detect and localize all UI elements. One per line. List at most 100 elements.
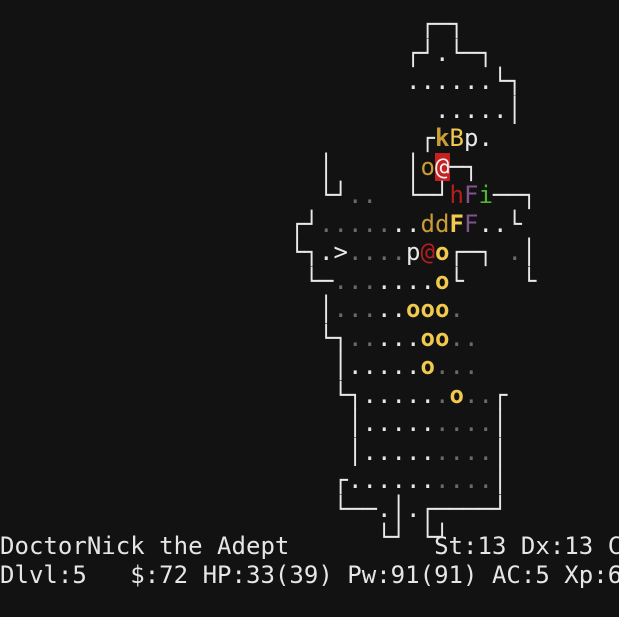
- floor-tile: .: [362, 295, 377, 323]
- empty-space: [508, 438, 523, 467]
- empty-space: [305, 124, 320, 153]
- empty-space: [73, 267, 88, 296]
- empty-space: [305, 181, 320, 210]
- empty-space: [145, 495, 160, 524]
- empty-space: [203, 267, 218, 296]
- empty-space: [276, 267, 291, 296]
- empty-space: [131, 124, 146, 153]
- empty-space: [174, 10, 189, 39]
- empty-space: [58, 124, 73, 153]
- empty-space: [174, 438, 189, 467]
- floor-tile: .: [377, 266, 392, 295]
- wall-segment: └: [522, 266, 537, 295]
- wall-segment: │: [333, 352, 348, 380]
- empty-space: [189, 466, 204, 495]
- bat-monster: B: [449, 124, 464, 152]
- empty-space: [44, 438, 59, 467]
- empty-space: [392, 39, 407, 68]
- empty-space: [522, 10, 537, 39]
- floor-tile: .: [348, 323, 363, 352]
- empty-space: [305, 324, 320, 353]
- empty-space: [247, 381, 262, 410]
- empty-space: [406, 124, 421, 153]
- empty-space: [247, 124, 262, 153]
- map-row: .....│: [0, 96, 537, 124]
- empty-space: [203, 466, 218, 495]
- empty-space: [189, 124, 204, 153]
- wall-segment: └: [304, 266, 319, 295]
- map-row: └┘.. └─┘hFi──┐: [0, 181, 537, 209]
- empty-space: [319, 381, 334, 410]
- empty-space: [479, 295, 494, 324]
- wall-segment: ─: [319, 266, 334, 295]
- empty-space: [160, 381, 175, 410]
- wall-segment: ┌: [420, 10, 435, 38]
- empty-space: [116, 352, 131, 381]
- floor-tile: .: [435, 437, 450, 466]
- empty-space: [131, 153, 146, 182]
- wall-segment: │: [507, 95, 522, 124]
- empty-space: [44, 238, 59, 267]
- floor-tile: .: [362, 466, 377, 494]
- empty-space: [203, 39, 218, 68]
- empty-space: [160, 124, 175, 153]
- empty-space: [203, 438, 218, 467]
- empty-space: [29, 295, 44, 324]
- empty-space: [218, 267, 233, 296]
- empty-space: [218, 238, 233, 267]
- floor-tile: .: [362, 437, 377, 466]
- empty-space: [58, 153, 73, 182]
- empty-space: [392, 153, 407, 182]
- empty-space: [203, 495, 218, 524]
- empty-space: [406, 96, 421, 125]
- empty-space: [508, 153, 523, 182]
- floor-tile: .: [464, 466, 479, 494]
- empty-space: [247, 238, 262, 267]
- imp-monster: i: [478, 181, 493, 209]
- empty-space: [203, 238, 218, 267]
- empty-space: [116, 96, 131, 125]
- empty-space: [218, 381, 233, 410]
- empty-space: [87, 466, 102, 495]
- empty-space: [377, 39, 392, 68]
- empty-space: [232, 295, 247, 324]
- wall-segment: │: [493, 409, 508, 437]
- wall-segment: │: [391, 494, 406, 523]
- floor-tile: .: [464, 95, 479, 124]
- empty-space: [290, 124, 305, 153]
- empty-space: [44, 495, 59, 524]
- empty-space: [305, 352, 320, 381]
- empty-space: [261, 96, 276, 125]
- wall-segment: └: [406, 181, 421, 209]
- empty-space: [160, 267, 175, 296]
- empty-space: [15, 39, 30, 68]
- empty-space: [232, 495, 247, 524]
- empty-space: [44, 409, 59, 438]
- empty-space: [276, 295, 291, 324]
- floor-tile: .: [377, 352, 392, 380]
- empty-space: [58, 96, 73, 125]
- empty-space: [116, 409, 131, 438]
- wall-segment: │: [493, 437, 508, 466]
- empty-space: [247, 438, 262, 467]
- empty-space: [174, 153, 189, 182]
- empty-space: [73, 238, 88, 267]
- empty-space: [87, 124, 102, 153]
- empty-space: [189, 267, 204, 296]
- floor-tile: .: [406, 323, 421, 352]
- orc-monster: o: [449, 380, 464, 409]
- lichen-monster: F: [464, 209, 479, 238]
- piercer-monster: p: [464, 124, 479, 152]
- empty-space: [218, 409, 233, 438]
- floor-tile: .: [435, 466, 450, 494]
- downstairs-glyph: >: [333, 238, 348, 266]
- wall-segment: ─: [464, 494, 479, 523]
- floor-tile: .: [348, 466, 363, 494]
- empty-space: [189, 352, 204, 381]
- empty-space: [160, 466, 175, 495]
- empty-space: [160, 295, 175, 324]
- empty-space: [189, 238, 204, 267]
- floor-tile: .: [435, 67, 450, 95]
- empty-space: [203, 96, 218, 125]
- empty-space: [479, 267, 494, 296]
